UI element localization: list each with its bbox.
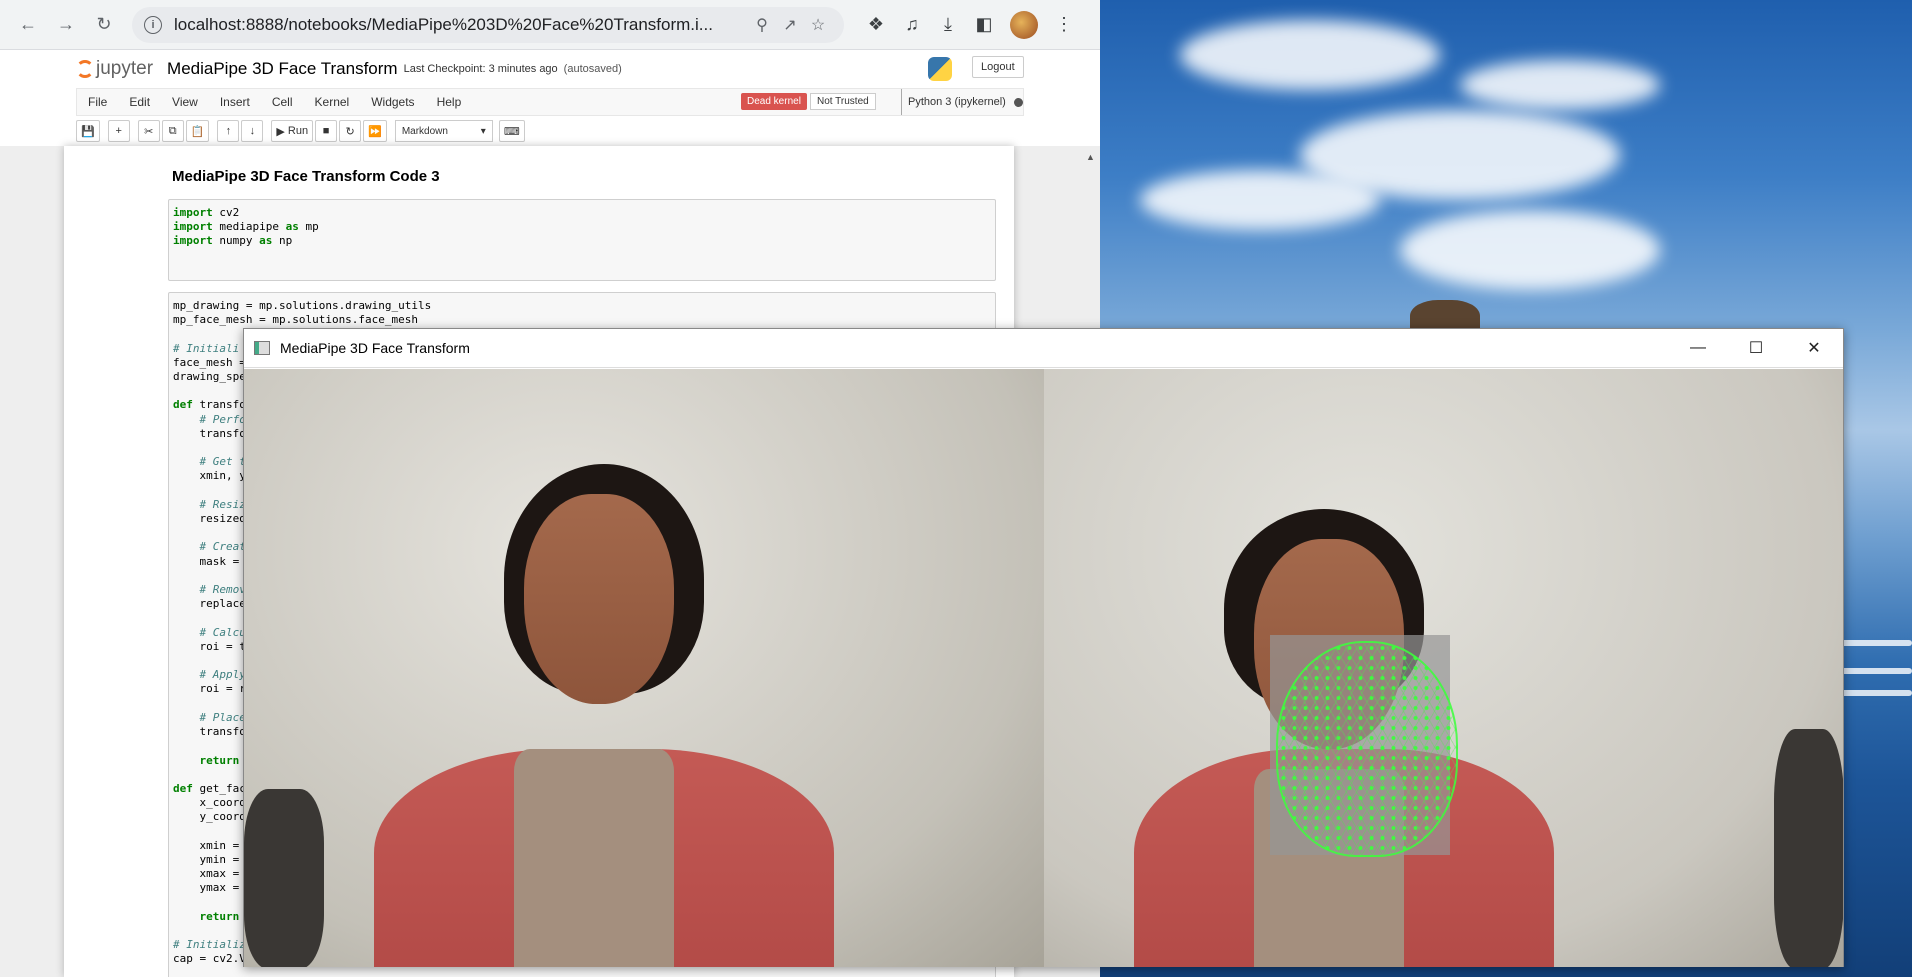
- kernel-indicator[interactable]: Python 3 (ipykernel): [901, 89, 1023, 115]
- restart-icon[interactable]: ↻: [339, 120, 362, 142]
- address-bar[interactable]: i localhost:8888/notebooks/MediaPipe%203…: [132, 6, 844, 43]
- more-menu-icon[interactable]: ⋮: [1046, 14, 1082, 35]
- python-logo-icon: [928, 57, 952, 81]
- url-text[interactable]: localhost:8888/notebooks/MediaPipe%203D%…: [174, 15, 748, 35]
- checkpoint-status: Last Checkpoint: 3 minutes ago: [403, 63, 558, 75]
- paste-icon[interactable]: 📋: [185, 120, 210, 142]
- move-down-icon[interactable]: ↓: [241, 120, 264, 142]
- share-icon[interactable]: ↗: [776, 15, 804, 35]
- reload-icon[interactable]: ↻: [88, 9, 120, 41]
- kernel-status-icon: [1013, 97, 1023, 107]
- zoom-icon[interactable]: ⚲: [748, 15, 776, 35]
- menu-kernel[interactable]: Kernel: [304, 95, 361, 109]
- menu-view[interactable]: View: [161, 95, 209, 109]
- app-icon: [254, 341, 270, 355]
- source-frame: [244, 369, 1044, 967]
- chevron-down-icon: ▾: [480, 125, 486, 137]
- media-control-icon[interactable]: ♫: [894, 14, 930, 35]
- kernel-name: Python 3 (ipykernel): [908, 96, 1006, 108]
- run-button[interactable]: ▶ Run: [271, 120, 314, 142]
- jupyter-header: jupyter MediaPipe 3D Face Transform Last…: [0, 50, 1100, 88]
- face-mesh-landmarks: [1276, 641, 1458, 857]
- markdown-heading[interactable]: MediaPipe 3D Face Transform Code 3: [172, 168, 440, 185]
- jupyter-logo[interactable]: jupyter: [76, 58, 153, 80]
- interrupt-icon[interactable]: ■: [315, 120, 338, 142]
- back-icon[interactable]: ←: [12, 9, 44, 41]
- run-label: Run: [287, 125, 309, 137]
- cell-type-select[interactable]: Markdown ▾: [394, 120, 493, 142]
- notebook-menubar: File Edit View Insert Cell Kernel Widget…: [76, 88, 1024, 116]
- notebook-title[interactable]: MediaPipe 3D Face Transform: [167, 59, 398, 79]
- cell-type-value: Markdown: [401, 125, 448, 137]
- site-info-icon[interactable]: i: [144, 15, 162, 34]
- minimize-icon[interactable]: —: [1669, 329, 1727, 367]
- download-icon[interactable]: ⤓: [930, 14, 966, 35]
- menu-file[interactable]: File: [77, 95, 118, 109]
- logout-button[interactable]: Logout: [972, 56, 1024, 78]
- menu-edit[interactable]: Edit: [118, 95, 161, 109]
- close-icon[interactable]: ✕: [1785, 329, 1843, 367]
- menu-cell[interactable]: Cell: [261, 95, 304, 109]
- move-up-icon[interactable]: ↑: [217, 120, 240, 142]
- maximize-icon[interactable]: ☐: [1727, 329, 1785, 367]
- restart-run-all-icon[interactable]: ⏩: [363, 120, 387, 142]
- opencv-window-title: MediaPipe 3D Face Transform: [280, 340, 470, 356]
- opencv-window: MediaPipe 3D Face Transform — ☐ ✕: [243, 328, 1844, 967]
- autosave-status: (autosaved): [563, 63, 622, 75]
- menu-help[interactable]: Help: [426, 95, 473, 109]
- dead-kernel-badge[interactable]: Dead kernel: [741, 93, 807, 110]
- insert-cell-icon[interactable]: +: [107, 120, 130, 142]
- menu-widgets[interactable]: Widgets: [360, 95, 425, 109]
- extensions-icon[interactable]: ❖: [858, 14, 894, 35]
- not-trusted-button[interactable]: Not Trusted: [810, 93, 876, 110]
- notebook-toolbar: 💾 + ✂ ⧉ 📋 ↑ ↓ ▶ Run ■ ↻ ⏩ Markdown ▾ ⌨: [76, 119, 527, 143]
- jupyter-logo-icon: [76, 60, 94, 78]
- jupyter-logo-text: jupyter: [96, 58, 154, 79]
- menu-insert[interactable]: Insert: [209, 95, 261, 109]
- bookmark-star-icon[interactable]: ☆: [804, 15, 832, 35]
- browser-toolbar: ← → ↻ i localhost:8888/notebooks/MediaPi…: [0, 0, 1100, 50]
- save-icon[interactable]: 💾: [76, 120, 100, 142]
- video-frame: [244, 369, 1843, 967]
- forward-icon[interactable]: →: [50, 9, 82, 41]
- opencv-titlebar[interactable]: MediaPipe 3D Face Transform — ☐ ✕: [244, 329, 1843, 368]
- command-palette-icon[interactable]: ⌨: [498, 120, 525, 142]
- copy-icon[interactable]: ⧉: [161, 120, 184, 142]
- profile-avatar[interactable]: [1010, 10, 1038, 39]
- scroll-up-icon[interactable]: ▲: [1086, 152, 1095, 162]
- side-panel-icon[interactable]: ◧: [966, 14, 1002, 35]
- cut-icon[interactable]: ✂: [137, 120, 160, 142]
- code-cell-1[interactable]: import cv2 import mediapipe as mp import…: [168, 199, 996, 281]
